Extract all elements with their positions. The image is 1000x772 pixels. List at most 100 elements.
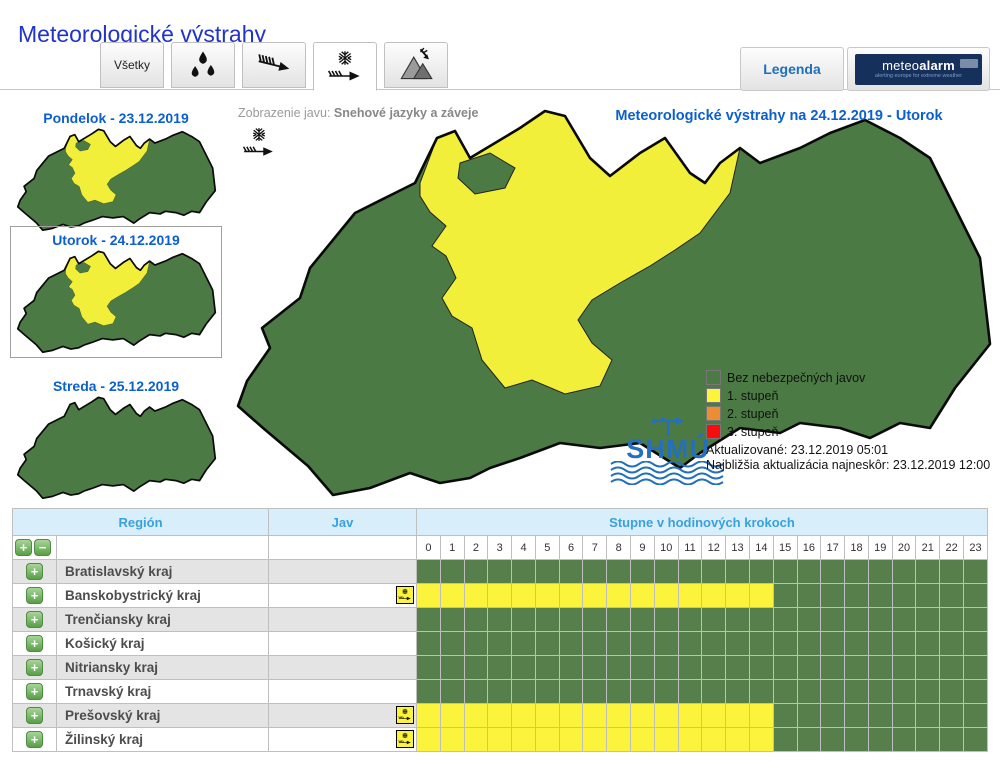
hour-cell bbox=[892, 704, 916, 728]
hour-cell bbox=[488, 560, 512, 584]
hour-cell bbox=[464, 584, 488, 608]
hour-cell bbox=[488, 704, 512, 728]
jav-cell bbox=[269, 632, 417, 656]
legend-button[interactable]: Legenda bbox=[740, 47, 844, 91]
column-header-steps: Stupne v hodinových krokoch bbox=[417, 509, 988, 536]
hour-cell bbox=[559, 608, 583, 632]
hour-label: 17 bbox=[821, 536, 845, 560]
hour-cell bbox=[845, 632, 869, 656]
expand-row-button[interactable]: + bbox=[26, 707, 43, 724]
meteoalarm-text: meteo bbox=[882, 58, 919, 73]
hour-cell bbox=[749, 632, 773, 656]
hour-cell bbox=[488, 584, 512, 608]
hour-cell bbox=[583, 632, 607, 656]
hour-cell bbox=[559, 656, 583, 680]
tab-avalanche[interactable] bbox=[384, 42, 448, 88]
meteoalarm-logo[interactable]: meteoalarm alerting europe for extreme w… bbox=[847, 47, 990, 91]
main-map-area: Zobrazenie javu: Snehové jazyky a záveje… bbox=[232, 102, 994, 504]
hour-cell bbox=[417, 656, 441, 680]
tab-wind[interactable] bbox=[242, 42, 306, 88]
snow-drift-warning-icon[interactable] bbox=[396, 730, 414, 748]
hour-cell bbox=[654, 656, 678, 680]
expand-row-button[interactable]: + bbox=[26, 659, 43, 676]
hour-cell bbox=[654, 728, 678, 752]
hour-cell bbox=[773, 632, 797, 656]
hour-cell bbox=[631, 680, 655, 704]
hour-cell bbox=[940, 608, 964, 632]
hour-cell bbox=[797, 608, 821, 632]
expand-row-button[interactable]: + bbox=[26, 731, 43, 748]
expand-all-button[interactable]: + bbox=[15, 539, 32, 556]
snow-drift-warning-icon[interactable] bbox=[396, 706, 414, 724]
day-thumbnail-monday[interactable]: Pondelok - 23.12.2019 bbox=[10, 108, 222, 231]
tab-rain[interactable] bbox=[171, 42, 235, 88]
tab-snow-drift[interactable] bbox=[313, 42, 377, 91]
hour-cell bbox=[440, 728, 464, 752]
empty-cell bbox=[57, 536, 269, 560]
hour-cell bbox=[654, 608, 678, 632]
map-legend-item: 1. stupeň bbox=[706, 388, 865, 403]
hour-label: 3 bbox=[488, 536, 512, 560]
day-thumbnail-wednesday[interactable]: Streda - 25.12.2019 bbox=[10, 376, 222, 499]
hour-cell bbox=[678, 704, 702, 728]
day-thumbnail-tuesday[interactable]: Utorok - 24.12.2019 bbox=[10, 226, 222, 358]
updated-at: Aktualizované: 23.12.2019 05:01 bbox=[706, 443, 998, 458]
column-header-jav: Jav bbox=[269, 509, 417, 536]
hour-cell bbox=[702, 632, 726, 656]
expand-row-button[interactable]: + bbox=[26, 683, 43, 700]
hour-cell bbox=[749, 704, 773, 728]
hour-label: 7 bbox=[583, 536, 607, 560]
hour-cell bbox=[773, 656, 797, 680]
meteoalarm-tagline: alerting europe for extreme weather bbox=[875, 73, 962, 79]
hour-cell bbox=[607, 728, 631, 752]
hour-cell bbox=[607, 704, 631, 728]
hour-cell bbox=[559, 560, 583, 584]
hour-cell bbox=[940, 680, 964, 704]
hour-cell bbox=[464, 704, 488, 728]
hour-cell bbox=[797, 560, 821, 584]
hour-cell bbox=[702, 728, 726, 752]
phenomenon-label: Zobrazenie javu: bbox=[238, 106, 330, 120]
tab-label: Všetky bbox=[114, 58, 150, 72]
hour-cell bbox=[440, 680, 464, 704]
hour-cell bbox=[749, 608, 773, 632]
map-title: Meteorologické výstrahy na 24.12.2019 - … bbox=[564, 108, 994, 124]
hour-cell bbox=[845, 728, 869, 752]
hour-cell bbox=[797, 680, 821, 704]
hour-label: 10 bbox=[654, 536, 678, 560]
hour-cell bbox=[654, 680, 678, 704]
hour-label: 18 bbox=[845, 536, 869, 560]
hour-cell bbox=[726, 560, 750, 584]
day-label: Pondelok - 23.12.2019 bbox=[10, 110, 222, 126]
table-row: +Bratislavský kraj bbox=[13, 560, 988, 584]
wind-icon bbox=[256, 47, 292, 83]
hour-cell bbox=[963, 608, 987, 632]
hour-label: 16 bbox=[797, 536, 821, 560]
day-label: Utorok - 24.12.2019 bbox=[11, 232, 221, 248]
hour-cell bbox=[440, 632, 464, 656]
hour-cell bbox=[512, 560, 536, 584]
hour-cell bbox=[821, 560, 845, 584]
hour-cell bbox=[940, 728, 964, 752]
hour-cell bbox=[678, 656, 702, 680]
expand-row-button[interactable]: + bbox=[26, 587, 43, 604]
hour-cell bbox=[726, 632, 750, 656]
hour-cell bbox=[821, 704, 845, 728]
expand-row-button[interactable]: + bbox=[26, 635, 43, 652]
hour-cell bbox=[654, 704, 678, 728]
tab-all[interactable]: Všetky bbox=[100, 42, 164, 88]
jav-cell bbox=[269, 728, 417, 752]
hour-cell bbox=[749, 680, 773, 704]
snow-drift-warning-icon[interactable] bbox=[396, 586, 414, 604]
hour-cell bbox=[607, 560, 631, 584]
legend-swatch bbox=[706, 370, 721, 385]
expand-row-button[interactable]: + bbox=[26, 563, 43, 580]
hour-cell bbox=[559, 728, 583, 752]
expand-row-button[interactable]: + bbox=[26, 611, 43, 628]
empty-cell bbox=[269, 536, 417, 560]
collapse-all-button[interactable]: − bbox=[34, 539, 51, 556]
hour-cell bbox=[464, 632, 488, 656]
hour-cell bbox=[607, 584, 631, 608]
snow-drift-icon bbox=[242, 126, 276, 160]
hour-cell bbox=[440, 608, 464, 632]
